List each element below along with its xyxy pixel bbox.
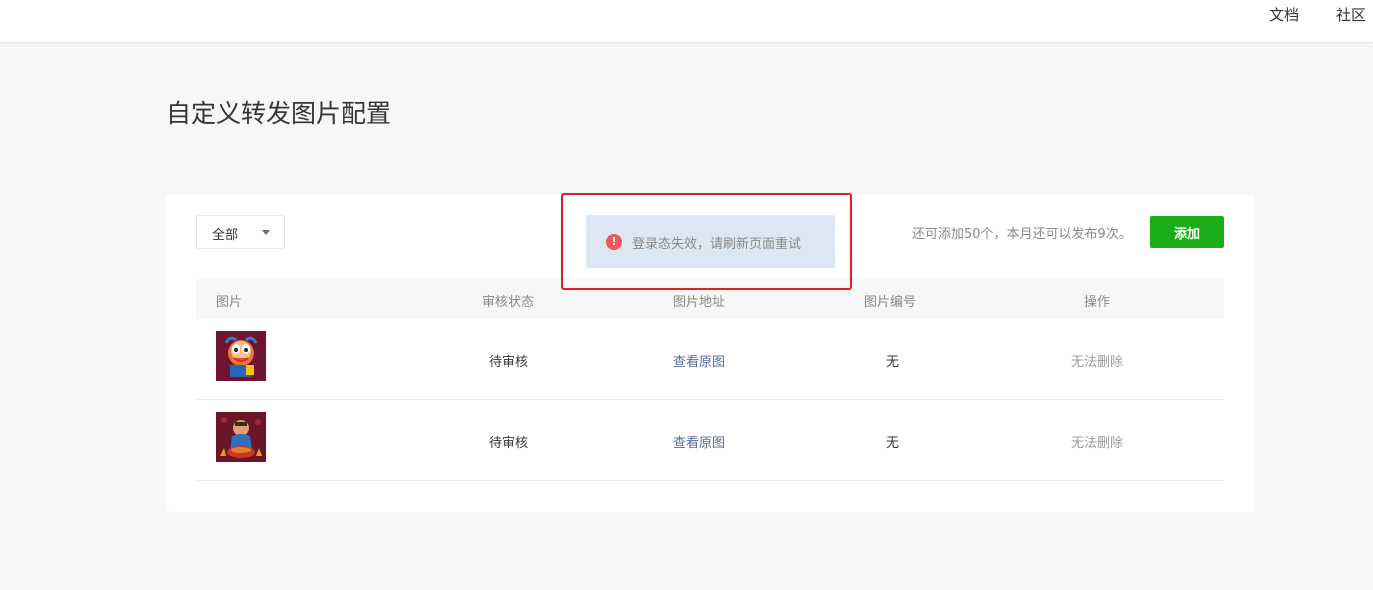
page-title: 自定义转发图片配置 xyxy=(166,99,392,128)
delete-disabled-text: 无法删除 xyxy=(1071,355,1124,370)
error-toast: ! 登录态失效，请刷新页面重试 xyxy=(586,215,835,268)
nav-docs-link[interactable]: 文档 xyxy=(1269,4,1299,25)
toast-message: 登录态失效，请刷新页面重试 xyxy=(632,237,802,252)
header-status: 审核状态 xyxy=(482,295,535,310)
image-thumbnail xyxy=(216,412,266,462)
header-id: 图片编号 xyxy=(864,295,917,310)
header-ops: 操作 xyxy=(1084,295,1111,310)
status-filter-value: 全部 xyxy=(212,228,239,243)
table-row: 待审核 查看原图 无 无法删除 xyxy=(196,400,1224,481)
caret-down-icon xyxy=(262,230,270,235)
add-button[interactable]: 添加 xyxy=(1150,216,1224,248)
top-navbar: 文档 社区 xyxy=(0,0,1373,43)
image-id: 无 xyxy=(886,436,900,451)
quota-text: 还可添加50个，本月还可以发布9次。 xyxy=(912,227,1132,242)
view-original-link[interactable]: 查看原图 xyxy=(673,432,725,451)
review-status: 待审核 xyxy=(489,436,529,451)
image-id: 无 xyxy=(886,355,900,370)
view-original-link[interactable]: 查看原图 xyxy=(673,351,725,370)
header-image: 图片 xyxy=(216,295,243,310)
image-table: 图片 审核状态 图片地址 图片编号 操作 待审核 查看原图 无 无法删除 待审核… xyxy=(196,279,1224,481)
image-thumbnail xyxy=(216,331,266,381)
table-row: 待审核 查看原图 无 无法删除 xyxy=(196,319,1224,400)
nav-community-link[interactable]: 社区 xyxy=(1336,4,1366,25)
warning-icon: ! xyxy=(606,234,622,250)
status-filter-select[interactable]: 全部 xyxy=(196,215,285,249)
review-status: 待审核 xyxy=(489,355,529,370)
header-url: 图片地址 xyxy=(673,295,726,310)
delete-disabled-text: 无法删除 xyxy=(1071,436,1124,451)
